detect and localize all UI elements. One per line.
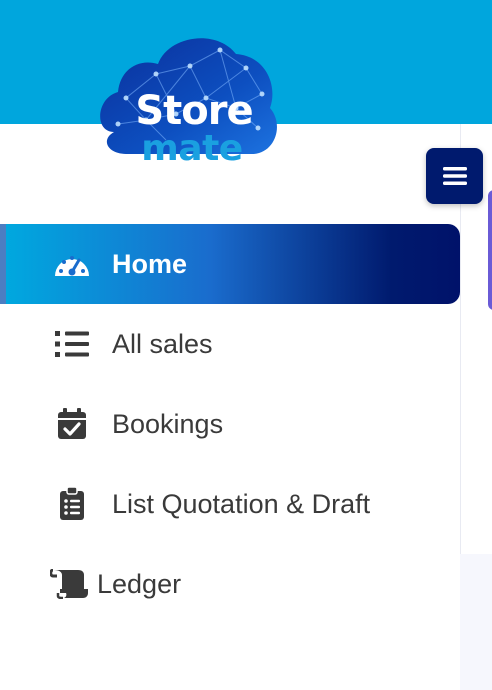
sidebar-item-all-sales[interactable]: All sales xyxy=(0,304,460,384)
content-accent-edge xyxy=(488,190,492,310)
sidebar-item-label: Ledger xyxy=(97,569,182,599)
list-icon xyxy=(52,328,92,360)
menu-toggle-button[interactable] xyxy=(426,148,483,204)
storemate-logo[interactable]: Store mate xyxy=(86,28,286,198)
dashboard-gauge-icon xyxy=(52,248,92,280)
scroll-icon xyxy=(50,568,90,600)
sidebar-item-bookings[interactable]: Bookings xyxy=(0,384,460,464)
sidebar-item-ledger[interactable]: Ledger xyxy=(0,544,460,624)
logo-text-mate: mate xyxy=(141,128,243,169)
clipboard-list-icon xyxy=(52,487,92,520)
sidebar-item-home[interactable]: Home xyxy=(0,224,460,304)
sidebar-item-label: Bookings xyxy=(112,409,224,439)
sidebar-item-label: List Quotation & Draft xyxy=(112,489,371,519)
sidebar-nav: Home All sales Bookings List Quotation &… xyxy=(0,224,460,624)
sidebar-item-label: Home xyxy=(112,249,188,279)
sidebar-item-label: All sales xyxy=(112,329,213,359)
main-content-edge xyxy=(460,124,492,690)
hamburger-icon xyxy=(442,167,467,185)
calendar-check-icon xyxy=(52,408,92,440)
sidebar-item-list-quotation[interactable]: List Quotation & Draft xyxy=(0,464,460,544)
